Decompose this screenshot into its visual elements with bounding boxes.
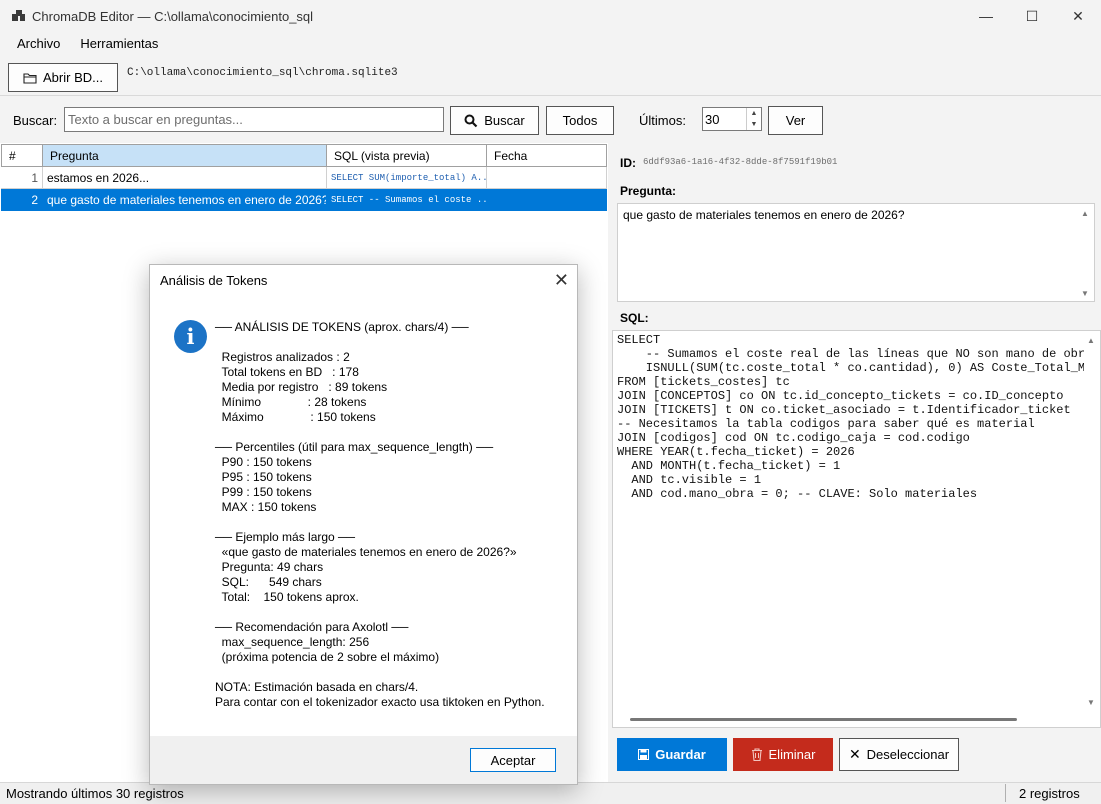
sql-scrollbar[interactable]: ▲ ▼	[1083, 331, 1100, 727]
search-input[interactable]: Texto a buscar en preguntas...	[64, 107, 444, 132]
folder-icon	[23, 72, 37, 84]
row-pregunta: estamos en 2026...	[43, 167, 327, 189]
search-button[interactable]: Buscar	[450, 106, 539, 135]
floppy-icon	[638, 749, 650, 760]
scroll-up-icon[interactable]: ▲	[1081, 209, 1089, 218]
status-divider	[1005, 784, 1006, 802]
db-path: C:\ollama\conocimiento_sql\chroma.sqlite…	[127, 67, 398, 79]
ver-button[interactable]: Ver	[768, 106, 823, 135]
dialog-message: ── ANÁLISIS DE TOKENS (aprox. chars/4) ─…	[215, 320, 545, 709]
row-pregunta: que gasto de materiales tenemos en enero…	[43, 189, 327, 211]
open-db-button[interactable]: Abrir BD...	[8, 63, 118, 92]
row-num: 2	[1, 189, 43, 211]
row-fecha	[487, 167, 607, 189]
deselect-button[interactable]: ✕ Deseleccionar	[839, 738, 959, 771]
ultimos-stepper[interactable]: 30 ▲ ▼	[702, 107, 762, 131]
accept-button[interactable]: Aceptar	[470, 748, 556, 772]
scroll-down-icon[interactable]: ▼	[1087, 698, 1095, 707]
menu-bar: Archivo Herramientas	[0, 33, 168, 57]
row-fecha	[487, 189, 607, 211]
search-icon	[464, 114, 478, 127]
menu-archivo[interactable]: Archivo	[0, 33, 70, 57]
dialog-close-icon[interactable]: ✕	[554, 270, 569, 291]
maximize-button[interactable]: ☐	[1009, 0, 1055, 32]
search-button-label: Buscar	[484, 113, 525, 128]
id-value: 6ddf93a6-1a16-4f32-8dde-8f7591f19b01	[643, 157, 838, 167]
status-right: 2 registros	[1019, 786, 1080, 801]
dialog-title: Análisis de Tokens	[160, 273, 268, 288]
column-header-num[interactable]: #	[1, 144, 43, 167]
pregunta-label: Pregunta:	[620, 184, 677, 198]
column-header-pregunta[interactable]: Pregunta	[43, 144, 327, 167]
close-window-button[interactable]: ✕	[1055, 0, 1101, 32]
sql-horizontal-scrollbar[interactable]	[630, 718, 1017, 721]
pregunta-scrollbar[interactable]: ▲ ▼	[1077, 204, 1094, 301]
pregunta-textbox[interactable]: que gasto de materiales tenemos en enero…	[617, 203, 1095, 302]
open-db-label: Abrir BD...	[43, 70, 103, 85]
x-icon: ✕	[848, 746, 861, 762]
row-sql: SELECT -- Sumamos el coste ...	[327, 189, 487, 211]
show-all-button[interactable]: Todos	[546, 106, 614, 135]
sql-label: SQL:	[620, 311, 649, 325]
scroll-up-icon[interactable]: ▲	[1087, 336, 1095, 345]
row-num: 1	[1, 167, 43, 189]
minimize-button[interactable]: —	[963, 0, 1009, 32]
dialog-footer: Aceptar	[150, 736, 577, 784]
ultimos-value: 30	[705, 112, 720, 127]
stepper-up-icon[interactable]: ▲	[746, 108, 761, 119]
status-bar: Mostrando últimos 30 registros 2 registr…	[0, 782, 1101, 804]
scroll-down-icon[interactable]: ▼	[1081, 289, 1089, 298]
status-left: Mostrando últimos 30 registros	[6, 786, 184, 801]
trash-icon	[751, 748, 762, 761]
info-icon: i	[174, 320, 207, 353]
delete-label: Eliminar	[768, 747, 816, 762]
app-icon	[12, 9, 26, 23]
save-label: Guardar	[655, 747, 706, 762]
row-sql: SELECT SUM(importe_total) A...	[327, 167, 487, 189]
sql-text: SELECT -- Sumamos el coste real de las l…	[617, 333, 1084, 501]
id-label: ID:	[620, 156, 636, 170]
stepper-down-icon[interactable]: ▼	[746, 119, 761, 130]
deselect-label: Deseleccionar	[866, 747, 950, 762]
pregunta-text: que gasto de materiales tenemos en enero…	[623, 208, 905, 222]
column-header-fecha[interactable]: Fecha	[487, 144, 607, 167]
window-title: ChromaDB Editor — C:\ollama\conocimiento…	[32, 8, 314, 24]
token-analysis-dialog: Análisis de Tokens ✕ i ── ANÁLISIS DE TO…	[149, 264, 578, 785]
search-label: Buscar:	[13, 113, 58, 128]
delete-button[interactable]: Eliminar	[733, 738, 833, 771]
save-button[interactable]: Guardar	[617, 738, 727, 771]
column-header-sql[interactable]: SQL (vista previa)	[327, 144, 487, 167]
menu-herramientas[interactable]: Herramientas	[70, 33, 168, 57]
ultimos-label: Últimos:	[639, 113, 686, 128]
title-bar: ChromaDB Editor — C:\ollama\conocimiento…	[0, 0, 1101, 32]
